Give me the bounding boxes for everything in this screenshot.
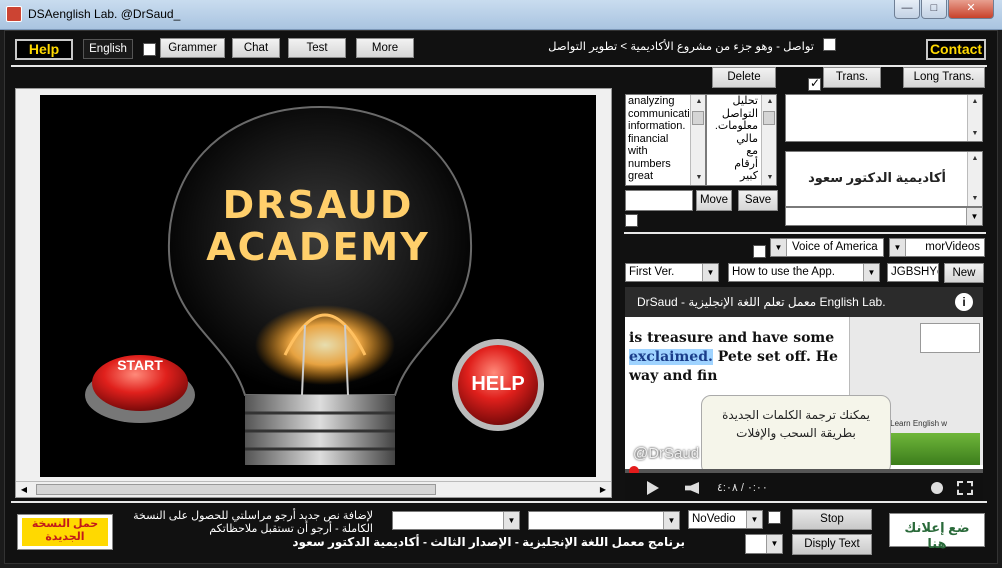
version-select[interactable]: First Ver. ▼ <box>625 263 719 282</box>
section-divider <box>624 232 986 234</box>
trans-button[interactable]: Trans. <box>823 67 881 88</box>
help-image-button[interactable]: HELP <box>458 373 538 396</box>
trans-checkbox[interactable] <box>808 76 821 91</box>
image-panel: DRSAUD ACADEMY START HELP ◀ ▶ <box>15 88 612 498</box>
english-word-list[interactable]: analyzing communicati information. finan… <box>625 94 706 186</box>
scroll-left-icon[interactable]: ◀ <box>16 482 32 497</box>
contact-button[interactable]: Contact <box>926 39 986 60</box>
delete-button[interactable]: Delete <box>712 67 776 88</box>
save-button[interactable]: Save <box>738 190 778 211</box>
scroll-right-icon[interactable]: ▶ <box>595 482 611 497</box>
settings-icon[interactable] <box>931 482 943 494</box>
arabic-list-scrollbar[interactable]: ▲ ▼ <box>761 95 776 185</box>
app-client-area: Help English Grammer Chat Test More تواص… <box>4 30 998 564</box>
info-icon[interactable]: i <box>955 293 973 311</box>
grammer-button[interactable]: Grammer <box>160 38 225 58</box>
watermark: @DrSaud <box>633 445 700 462</box>
video-frame: is treasure and have some exclaimed. Pet… <box>625 317 983 475</box>
test-button[interactable]: Test <box>288 38 346 58</box>
english-list-scrollbar[interactable]: ▲ ▼ <box>690 95 705 185</box>
play-icon[interactable] <box>647 481 659 495</box>
new-version-logo[interactable]: حمل النسخة الجديدة <box>17 514 113 550</box>
bottom-divider <box>11 501 987 503</box>
video-title-bar: DrSaud - معمل تعلم اللغة الإنجليزية Engl… <box>625 287 983 317</box>
display-text-button[interactable]: Disply Text <box>792 534 872 555</box>
number-select[interactable]: ٣▼ <box>745 534 783 554</box>
arabic-output-scrollbar[interactable]: ▲ ▼ <box>967 152 982 206</box>
academy-canvas: DRSAUD ACADEMY START HELP <box>40 95 596 477</box>
bottom-checkbox[interactable] <box>768 511 781 524</box>
video-controls: ٠:٠٠ / ٤:٠٨ <box>625 473 983 503</box>
notice-checkbox[interactable] <box>823 38 836 51</box>
arabic-word-list[interactable]: تحليل التواصل معلومات. مالي مع أرقام كبي… <box>706 94 777 186</box>
more-button[interactable]: More <box>356 38 414 58</box>
help-button[interactable]: Help <box>15 39 73 60</box>
long-trans-button[interactable]: Long Trans. <box>903 67 985 88</box>
close-button[interactable]: ✕ <box>948 0 994 19</box>
footer-text: برنامج معمل اللغة الإنجليزية - الإصدار ا… <box>292 535 685 549</box>
english-checkbox[interactable] <box>143 43 156 56</box>
bottom-notice: لإضافة نص جديد أرجو مراسلتي للحصول على ا… <box>133 510 373 535</box>
video-player[interactable]: is treasure and have some exclaimed. Pet… <box>625 287 983 503</box>
stop-button[interactable]: Stop <box>792 509 872 530</box>
start-button[interactable]: START <box>92 357 188 373</box>
bottom-select-2[interactable]: ▼ <box>528 511 680 530</box>
arabic-output-text: أكاديمية الدكتور سعود <box>808 170 946 185</box>
hscroll-thumb[interactable] <box>36 484 436 495</box>
video-time: ٠:٠٠ / ٤:٠٨ <box>717 482 768 494</box>
maximize-button[interactable]: □ <box>921 0 947 19</box>
howto-select[interactable]: How to use the App. ▼ <box>728 263 880 282</box>
output-select[interactable]: ▼ <box>785 207 983 226</box>
fullscreen-icon[interactable] <box>957 481 973 495</box>
toolbar-notice: تواصل - وهو جزء من مشروع الأكاديمية > تط… <box>548 41 814 53</box>
volume-icon[interactable] <box>685 482 699 494</box>
academy-title-line2: ACADEMY <box>206 225 430 269</box>
bottom-select-1[interactable]: ▼ <box>392 511 520 530</box>
voice-checkbox[interactable] <box>753 245 766 258</box>
new-button[interactable]: New <box>944 263 984 283</box>
image-hscroll[interactable]: ◀ ▶ <box>16 481 611 497</box>
tooltip-bubble: يمكنك ترجمة الكلمات الجديدة بطريقة السحب… <box>701 395 891 475</box>
word-checkbox[interactable] <box>625 214 638 227</box>
videos-select[interactable]: ▼ morVideos <box>889 238 985 257</box>
move-button[interactable]: Move <box>696 190 732 211</box>
app-icon <box>6 6 22 22</box>
voice-select[interactable]: ▼ Voice of America <box>770 238 884 257</box>
ad-logo[interactable]: ضع إعلانك هنا <box>889 513 985 551</box>
window-title: DSAenglish Lab. @DrSaud_ <box>28 7 181 21</box>
novideo-select[interactable]: NoVedio ▼ <box>688 510 763 529</box>
arabic-output[interactable]: أكاديمية الدكتور سعود ▲ ▼ <box>785 151 983 207</box>
chat-button[interactable]: Chat <box>232 38 280 58</box>
academy-title-line1: DRSAUD <box>222 183 414 227</box>
word-input[interactable] <box>625 190 693 211</box>
translation-input[interactable]: ▲ ▼ <box>785 94 983 142</box>
english-button[interactable]: English <box>83 39 133 59</box>
translation-input-scrollbar[interactable]: ▲ ▼ <box>967 95 982 141</box>
video-text: is treasure and have some exclaimed. Pet… <box>629 330 838 384</box>
lightbulb-illustration <box>40 95 596 477</box>
minimize-button[interactable]: — <box>894 0 920 19</box>
window-titlebar: DSAenglish Lab. @DrSaud_ — □ ✕ <box>0 0 1002 30</box>
code-input[interactable]: JGBSHYc <box>887 263 939 282</box>
